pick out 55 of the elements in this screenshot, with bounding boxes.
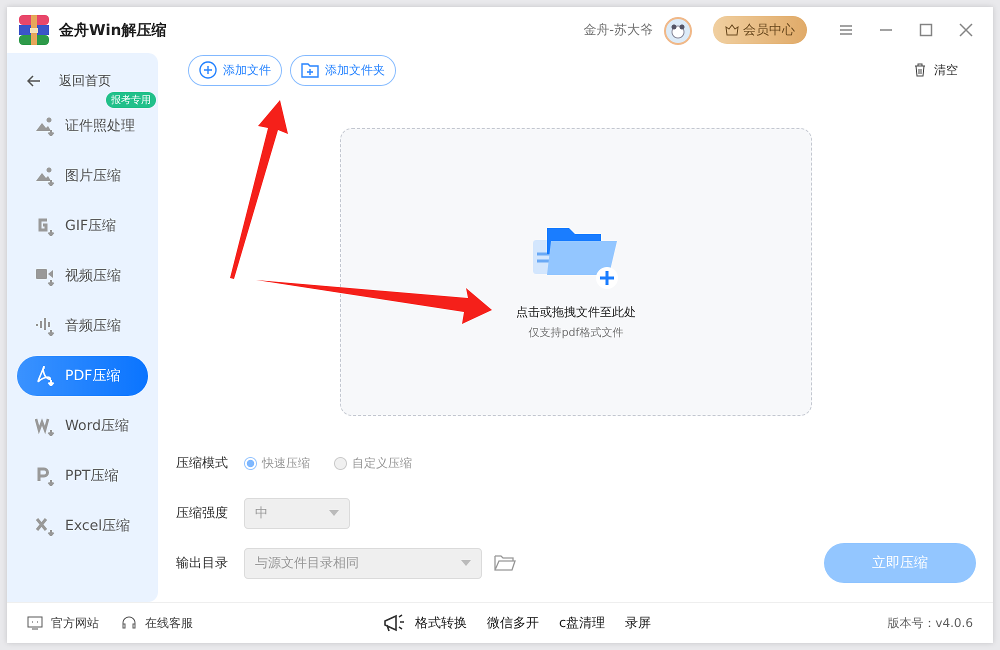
folder-icon[interactable] — [494, 554, 516, 572]
monitor-icon — [27, 616, 43, 630]
drop-zone[interactable]: 点击或拖拽文件至此处 仅支持pdf格式文件 — [340, 128, 812, 416]
output-label: 输出目录 — [176, 555, 229, 572]
menu-icon — [839, 23, 853, 37]
app-logo-icon — [19, 15, 49, 45]
app-title: 金舟Win解压缩 — [59, 20, 166, 40]
sidebar-item[interactable]: PPT压缩 — [17, 456, 148, 496]
maximize-icon — [919, 23, 933, 37]
website-link[interactable]: 官方网站 — [27, 614, 99, 632]
caret-icon — [461, 560, 471, 566]
folder-plus-icon — [301, 62, 319, 78]
clear-button[interactable]: 清空 — [908, 60, 964, 80]
ppt-file-icon — [35, 466, 55, 486]
support-link[interactable]: 在线客服 — [121, 614, 193, 632]
avatar-icon[interactable] — [663, 15, 693, 45]
sidebar-item[interactable]: Excel压缩 — [17, 506, 148, 546]
word-file-icon — [35, 416, 55, 436]
sidebar-item[interactable]: Word压缩 — [17, 406, 148, 446]
tool-link[interactable]: c盘清理 — [559, 614, 606, 632]
strength-label: 压缩强度 — [176, 505, 229, 522]
sidebar-item[interactable]: 证件照处理 — [17, 106, 148, 146]
tool-link[interactable]: 微信多开 — [487, 614, 539, 632]
mode-label: 压缩模式 — [176, 455, 229, 472]
version-text: 版本号：v4.0.6 — [887, 614, 973, 632]
sidebar-item[interactable]: 音频压缩 — [17, 306, 148, 346]
tool-link[interactable]: 录屏 — [625, 614, 652, 632]
video-file-icon — [35, 266, 55, 286]
excel-file-icon — [35, 516, 55, 536]
user-name: 金舟-苏大爷 — [583, 22, 653, 39]
plus-circle-icon — [199, 61, 217, 79]
radio-dot[interactable] — [334, 456, 347, 470]
add-file-button[interactable]: 添加文件 — [188, 54, 282, 86]
exam-badge: 报考专用 — [106, 92, 156, 108]
drop-hint: 仅支持pdf格式文件 — [528, 325, 624, 340]
audio-file-icon — [35, 316, 55, 336]
close-icon — [959, 23, 973, 37]
sidebar-item[interactable]: PDF压缩 — [17, 356, 148, 396]
crown-icon — [725, 23, 739, 37]
headset-icon — [121, 615, 137, 631]
drop-title: 点击或拖拽文件至此处 — [516, 304, 636, 321]
trash-icon — [914, 63, 926, 77]
photo-file-icon — [35, 166, 55, 186]
megaphone-icon — [383, 613, 405, 633]
vip-center-button[interactable]: 会员中心 — [713, 16, 807, 44]
sidebar-item[interactable]: GIF压缩 — [17, 206, 148, 246]
add-folder-button[interactable]: 添加文件夹 — [290, 54, 396, 86]
tool-link[interactable]: 格式转换 — [415, 614, 467, 632]
pdf-file-icon — [35, 366, 55, 386]
radio-dot[interactable] — [244, 456, 257, 470]
photo-file-icon — [35, 116, 55, 136]
sidebar-item[interactable]: 图片压缩 — [17, 156, 148, 196]
caret-icon — [329, 510, 339, 516]
sidebar-item[interactable]: 视频压缩 — [17, 256, 148, 296]
back-arrow-icon — [27, 75, 41, 87]
